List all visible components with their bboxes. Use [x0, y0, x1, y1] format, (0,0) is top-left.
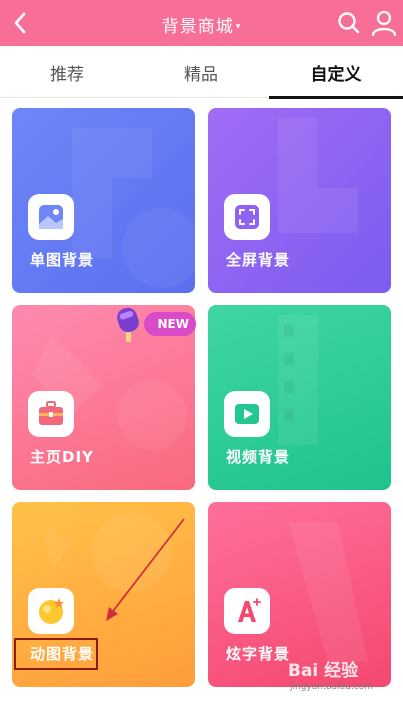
tab-featured[interactable]: 精品	[134, 46, 268, 98]
tab-custom[interactable]: 自定义	[269, 46, 403, 99]
baidu-jingyan-watermark: Bai 经验 jingyan.baidu.com	[282, 656, 402, 702]
annotation-highlight-box	[14, 638, 98, 670]
watermark-url: jingyan.baidu.com	[290, 682, 374, 692]
card-label: 视频背景	[226, 448, 291, 466]
gif-icon-box	[28, 588, 74, 634]
page-title-text: 背景商城	[161, 17, 234, 37]
fullscreen-icon	[235, 205, 259, 229]
card-video-background[interactable]: 视频背景	[208, 305, 391, 490]
toolbox-icon-box	[28, 391, 74, 437]
new-badge: NEW	[144, 312, 196, 336]
user-icon	[371, 10, 397, 37]
image-icon-box	[28, 194, 74, 240]
card-fullscreen-background[interactable]: 全屏背景	[208, 108, 391, 293]
video-play-icon	[235, 404, 259, 424]
toolbox-icon	[39, 401, 63, 425]
search-icon	[338, 12, 360, 34]
font-a-icon	[238, 598, 261, 622]
font-icon-box	[224, 588, 270, 634]
gif-sticker-icon	[39, 598, 64, 624]
card-label: 主页DIY	[30, 448, 94, 466]
title-dropdown-caret: ▾	[235, 22, 242, 32]
tab-bar: 推荐 精品 自定义	[0, 46, 403, 99]
card-label: 全屏背景	[226, 251, 291, 269]
card-label: 单图背景	[30, 251, 95, 269]
search-button[interactable]	[336, 10, 362, 36]
popsicle-icon	[117, 307, 139, 342]
watermark-brand: Bai 经验	[288, 661, 359, 681]
card-label: 炫字背景	[226, 645, 291, 663]
image-icon	[39, 205, 63, 229]
fullscreen-icon-box	[224, 194, 270, 240]
profile-button[interactable]	[370, 9, 398, 37]
annotation-arrow	[106, 518, 185, 621]
tab-recommend[interactable]: 推荐	[0, 46, 134, 98]
video-icon-box	[224, 391, 270, 437]
top-bar: 背景商城 ▾	[0, 0, 403, 46]
card-single-image-background[interactable]: 单图背景	[12, 108, 195, 293]
